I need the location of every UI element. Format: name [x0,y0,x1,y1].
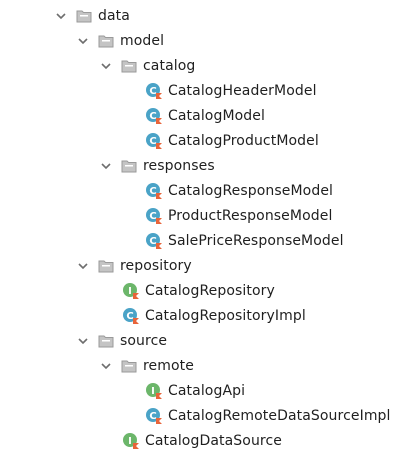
folder-icon [98,34,114,48]
folder-icon [76,9,92,23]
kotlin-interface-icon: I [122,432,140,450]
tree-node-label: catalog [143,58,196,74]
tree-node-remote[interactable]: remote [99,354,194,378]
tree-node-label: SalePriceResponseModel [168,233,344,249]
tree-node-product-response-model[interactable]: C ProductResponseModel [145,204,332,228]
svg-text:C: C [149,186,156,197]
tree-node-label: CatalogRemoteDataSourceImpl [168,408,391,424]
chevron-down-icon[interactable] [76,334,90,348]
tree-node-catalog-repository-impl[interactable]: C CatalogRepositoryImpl [122,304,306,328]
tree-node-repository[interactable]: repository [76,254,192,278]
kotlin-interface-icon: I [145,382,163,400]
tree-node-label: data [98,8,130,24]
tree-node-label: responses [143,158,215,174]
chevron-down-icon[interactable] [99,159,113,173]
tree-node-label: CatalogRepositoryImpl [145,308,306,324]
tree-node-catalog-header-model[interactable]: C CatalogHeaderModel [145,79,317,103]
svg-text:C: C [149,136,156,147]
folder-icon [98,334,114,348]
tree-node-catalog-model[interactable]: C CatalogModel [145,104,265,128]
tree-node-label: ProductResponseModel [168,208,333,224]
tree-node-catalog-repository[interactable]: I CatalogRepository [122,279,275,303]
svg-text:C: C [149,86,156,97]
tree-node-responses[interactable]: responses [99,154,215,178]
tree-node-label: CatalogProductModel [168,133,319,149]
tree-node-catalog-data-source[interactable]: I CatalogDataSource [122,429,282,453]
kotlin-class-icon: C [145,232,163,250]
kotlin-class-icon: C [145,407,163,425]
kotlin-class-icon: C [145,132,163,150]
tree-node-source[interactable]: source [76,329,167,353]
tree-node-catalog-response-model[interactable]: C CatalogResponseModel [145,179,333,203]
chevron-down-icon[interactable] [99,59,113,73]
tree-node-label: CatalogHeaderModel [168,83,317,99]
tree-node-data[interactable]: data [54,4,130,28]
tree-node-label: remote [143,358,194,374]
kotlin-class-icon: C [145,107,163,125]
svg-text:C: C [149,236,156,247]
svg-text:I: I [128,436,132,447]
tree-node-catalog-api[interactable]: I CatalogApi [145,379,245,403]
svg-text:C: C [149,111,156,122]
svg-text:I: I [128,286,132,297]
tree-node-label: source [120,333,168,349]
tree-node-sale-price-response-model[interactable]: C SalePriceResponseModel [145,229,344,253]
chevron-down-icon[interactable] [99,359,113,373]
folder-icon [121,159,137,173]
kotlin-class-icon: C [145,207,163,225]
tree-node-catalog-remote-data-source-impl[interactable]: C CatalogRemoteDataSourceImpl [145,404,391,428]
folder-icon [121,359,137,373]
tree-node-label: model [120,33,165,49]
tree-node-catalog[interactable]: catalog [99,54,195,78]
tree-node-label: CatalogApi [168,383,246,399]
project-tree: data model catalog C CatalogHeaderModel … [0,0,417,455]
svg-text:C: C [149,411,156,422]
chevron-down-icon[interactable] [76,259,90,273]
folder-icon [98,259,114,273]
tree-node-catalog-product-model[interactable]: C CatalogProductModel [145,129,319,153]
kotlin-class-icon: C [145,182,163,200]
svg-text:C: C [149,211,156,222]
chevron-down-icon[interactable] [76,34,90,48]
kotlin-interface-icon: I [122,282,140,300]
kotlin-class-icon: C [122,307,140,325]
tree-node-label: CatalogResponseModel [168,183,334,199]
kotlin-class-icon: C [145,82,163,100]
svg-text:I: I [151,386,155,397]
folder-icon [121,59,137,73]
tree-node-label: CatalogRepository [145,283,275,299]
chevron-down-icon[interactable] [54,9,68,23]
tree-node-label: repository [120,258,192,274]
tree-node-label: CatalogModel [168,108,265,124]
svg-text:C: C [126,311,133,322]
tree-node-model[interactable]: model [76,29,164,53]
tree-node-label: CatalogDataSource [145,433,282,449]
